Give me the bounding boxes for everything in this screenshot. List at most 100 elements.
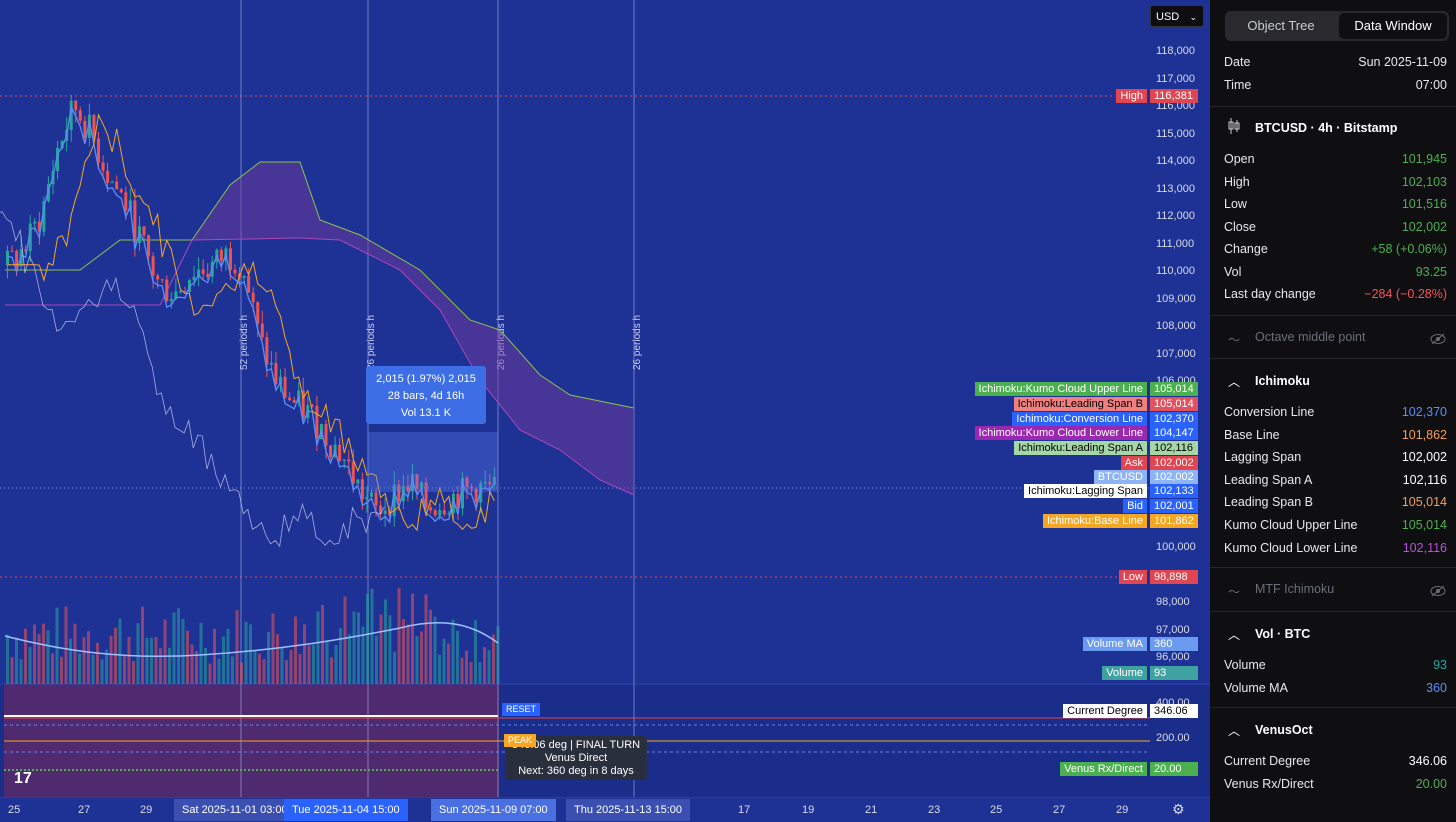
- reset-marker[interactable]: RESET: [502, 703, 541, 716]
- volume-bar: [379, 614, 383, 684]
- volume-bar: [438, 654, 441, 684]
- date-value: Sun 2025-11-09: [1358, 55, 1447, 69]
- data-row-label: Change: [1224, 242, 1268, 256]
- volume-bar: [321, 605, 324, 684]
- volume-bar: [96, 642, 99, 684]
- volume-bar: [154, 636, 158, 684]
- volume-bar: [69, 638, 72, 684]
- divider: [1210, 707, 1456, 708]
- time-axis-chip[interactable]: Tue 2025-11-04 15:00: [284, 799, 408, 821]
- chevron-icon[interactable]: ︿: [1228, 373, 1240, 390]
- price-tag-value: 102,370: [1150, 412, 1198, 426]
- volume-bar: [15, 637, 18, 684]
- candle-body: [429, 507, 433, 511]
- price-axis-label: 118,000: [1156, 45, 1195, 57]
- time-axis-label: 19: [802, 804, 815, 816]
- mtf-title: MTF Ichimoku: [1255, 582, 1335, 596]
- volume-bar: [24, 628, 27, 684]
- volume-bar: [267, 631, 270, 684]
- price-tag-label: Low: [1118, 570, 1147, 584]
- chevron-icon[interactable]: ︿: [1228, 626, 1240, 643]
- volume-bar: [28, 646, 32, 684]
- panel-tabs: Object Tree Data Window: [1225, 11, 1449, 41]
- currency-dropdown[interactable]: USD ⌄: [1150, 5, 1204, 27]
- time-axis[interactable]: 25 27 29 17 19 21 23 25 27 29 Sat 2025-11-01 03:00…: [0, 797, 1210, 822]
- volume-bar: [127, 636, 131, 684]
- candle-body: [106, 170, 110, 183]
- time-axis-chip[interactable]: Sat 2025-11-01 03:00: [174, 799, 296, 821]
- time-axis-label: 25: [8, 804, 21, 816]
- eye-hidden-icon[interactable]: [1430, 332, 1446, 345]
- tradingview-logo[interactable]: 17: [14, 770, 32, 788]
- candle-body: [351, 461, 355, 484]
- data-row-label: Open: [1224, 152, 1255, 166]
- volume-bar: [87, 631, 90, 684]
- price-tag-value: 104,147: [1150, 426, 1198, 440]
- data-row: Current Degree 346.06: [1224, 754, 1447, 774]
- chevron-icon[interactable]: ︿: [1228, 722, 1240, 739]
- volume-bar: [442, 638, 446, 684]
- volume-bar: [177, 608, 180, 684]
- candle-body: [124, 192, 128, 211]
- divider: [1210, 358, 1456, 359]
- time-axis-chip[interactable]: Sun 2025-11-09 07:00: [431, 799, 556, 821]
- time-axis-label: 29: [140, 804, 153, 816]
- time-axis-label: 17: [738, 804, 751, 816]
- price-axis-label: 111,000: [1156, 238, 1195, 250]
- peak-marker[interactable]: PEAK: [504, 734, 537, 747]
- volume-bar: [429, 609, 432, 684]
- data-row-value: 20.00: [1415, 776, 1447, 791]
- eye-hidden-icon[interactable]: [1430, 584, 1446, 597]
- price-tag-value: 102,002: [1150, 456, 1198, 470]
- price-axis-label: 109,000: [1156, 293, 1196, 305]
- time-axis-chip[interactable]: Thu 2025-11-13 15:00: [566, 799, 691, 821]
- data-row-value: 102,002: [1401, 219, 1447, 234]
- price-chart[interactable]: 52 periods h 26 periods h 26 periods h 26 p…: [0, 0, 1210, 822]
- volume-bar: [280, 647, 284, 684]
- volume-bar: [204, 647, 207, 684]
- divider: [1210, 567, 1456, 568]
- price-tag-label: Ichimoku:Kumo Cloud Lower Line: [974, 426, 1147, 440]
- price-tag-label: Ichimoku:Kumo Cloud Upper Line: [974, 382, 1147, 396]
- data-row-label: Leading Span A: [1224, 472, 1313, 487]
- candle-body: [233, 269, 237, 274]
- price-tag-label: Ichimoku:Conversion Line: [1012, 412, 1147, 426]
- chart-area[interactable]: 52 periods h 26 periods h 26 periods h 26 p…: [0, 0, 1210, 822]
- candle-body: [115, 181, 119, 190]
- candle-body: [251, 292, 255, 303]
- tab-data-window[interactable]: Data Window: [1339, 13, 1447, 39]
- tab-object-tree[interactable]: Object Tree: [1227, 13, 1335, 39]
- volume-bar: [469, 662, 473, 684]
- price-tag-label: Venus Rx/Direct: [1060, 762, 1147, 776]
- volume-bar: [55, 607, 59, 684]
- volume-bar: [303, 624, 306, 684]
- candle-body: [33, 221, 37, 224]
- volume-bar: [213, 628, 216, 684]
- volume-bar: [420, 631, 423, 684]
- price-tag-value: 116,381: [1150, 89, 1198, 103]
- volume-bar: [91, 654, 95, 684]
- candle-body: [256, 302, 260, 324]
- measure-line-2: 28 bars, 4d 16h: [387, 390, 465, 402]
- volume-bar: [411, 593, 414, 684]
- data-row: Leading Span A 102,116: [1224, 473, 1447, 493]
- volume-bar: [240, 662, 243, 684]
- volume-bar: [483, 647, 486, 684]
- volume-bar: [289, 650, 293, 684]
- data-row-value: 102,002: [1401, 450, 1447, 465]
- volume-bar: [109, 635, 113, 684]
- volume-bar: [465, 650, 468, 684]
- data-row-value: 93: [1433, 658, 1447, 672]
- candle-body: [74, 100, 78, 111]
- candle-body: [142, 226, 146, 236]
- volume-bar: [123, 655, 126, 684]
- candle-body: [365, 496, 369, 500]
- price-tag-value: 101,862: [1150, 514, 1198, 528]
- volume-bar: [145, 637, 149, 684]
- period-label: 26 periods h: [366, 315, 377, 370]
- data-row-value: 102,103: [1401, 174, 1447, 189]
- candle-body: [97, 138, 100, 163]
- volume-bar: [6, 634, 9, 684]
- settings-gear-icon[interactable]: ⚙: [1172, 801, 1185, 818]
- volume-bar: [78, 653, 81, 684]
